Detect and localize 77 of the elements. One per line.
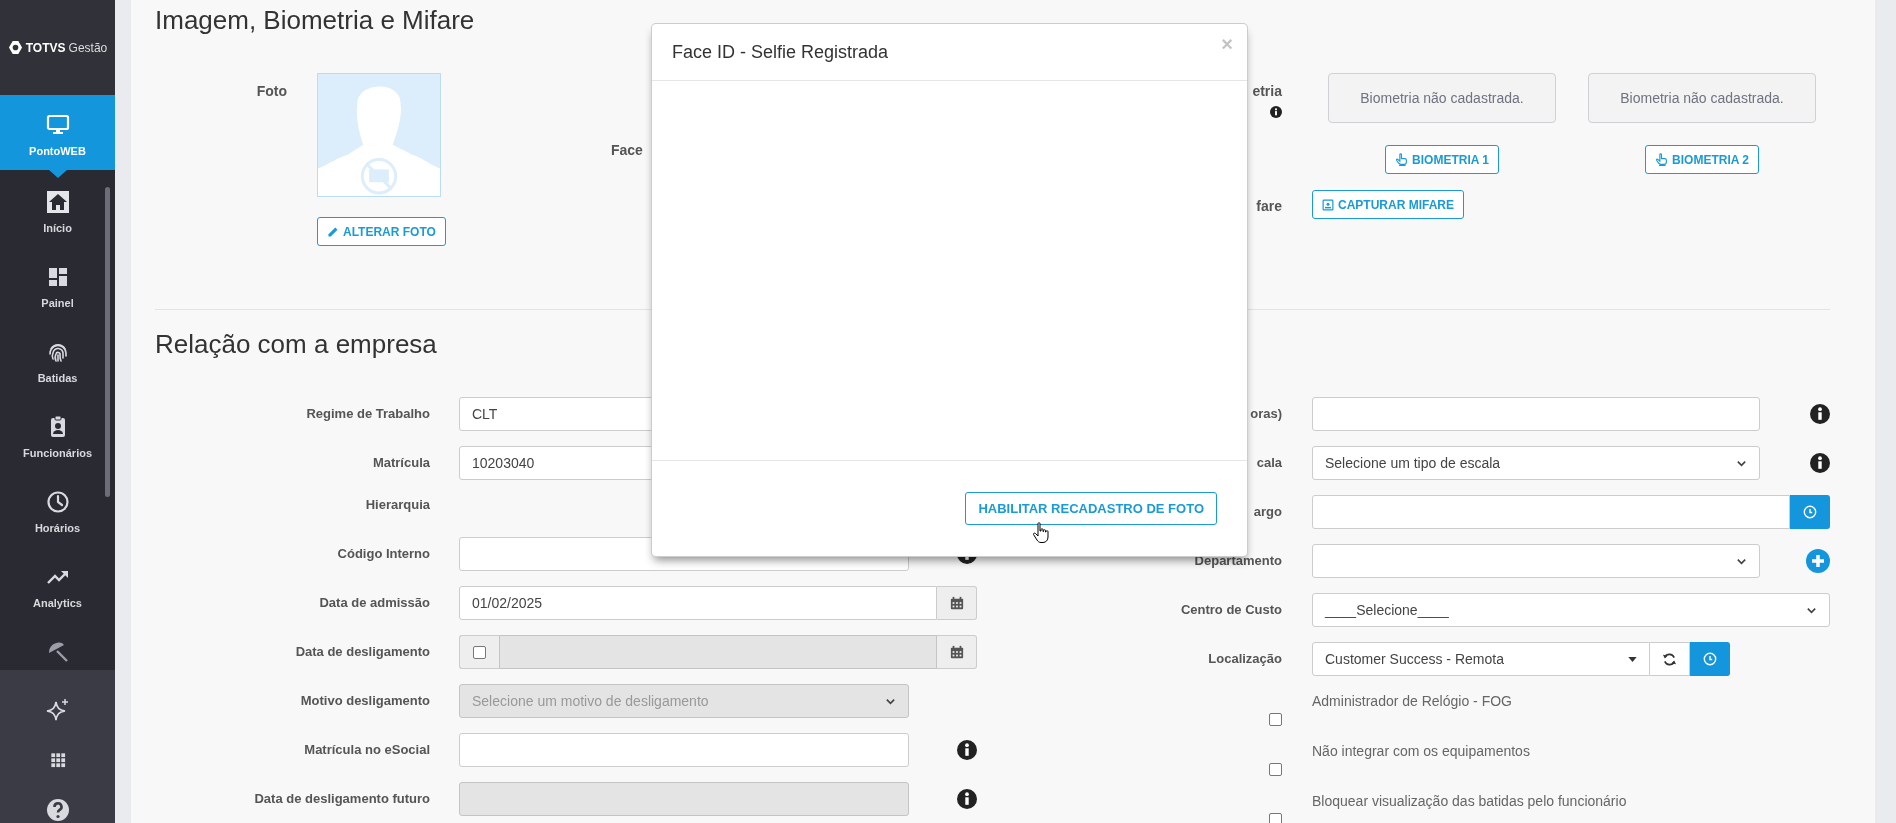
pencil-icon bbox=[327, 225, 339, 238]
field-label: Motivo desligamento bbox=[300, 692, 430, 711]
help-icon[interactable] bbox=[45, 798, 70, 822]
field-label: Localização bbox=[1208, 650, 1282, 669]
checkbox[interactable] bbox=[1269, 813, 1282, 823]
field-label: Centro de Custo bbox=[1180, 601, 1282, 620]
modal-title: Face ID - Selfie Registrada bbox=[672, 40, 889, 64]
info-icon[interactable] bbox=[1810, 453, 1830, 473]
caret-icon bbox=[1628, 656, 1637, 662]
brand-name: TOTVS bbox=[25, 39, 66, 57]
calendar-icon bbox=[949, 596, 964, 610]
field-label: Matrícula no eSocial bbox=[304, 741, 430, 760]
sparkle-icon[interactable] bbox=[45, 698, 70, 722]
pointing-hand-icon bbox=[1395, 153, 1409, 166]
clock-icon bbox=[1702, 652, 1717, 666]
sidebar-item[interactable]: Batidas bbox=[0, 320, 115, 395]
biometric-status: Biometria não cadastrada. bbox=[1588, 73, 1816, 123]
product-name: Gestão bbox=[68, 39, 108, 57]
calendar-button[interactable] bbox=[937, 635, 977, 669]
checkbox-label: Administrador de Relógio - FOG bbox=[1312, 692, 1513, 711]
field-label: Regime de Trabalho bbox=[306, 405, 430, 424]
field-label: Hierarquia bbox=[365, 496, 430, 514]
monitor-icon bbox=[45, 113, 70, 137]
select-field[interactable] bbox=[1312, 544, 1760, 578]
section-title: Relação com a empresa bbox=[155, 328, 438, 360]
checkbox-label: Bloquear visualização das batidas pelo funcionário bbox=[1312, 792, 1628, 811]
hand-cursor-icon bbox=[1032, 522, 1050, 544]
field-label: Data de admissão bbox=[319, 594, 430, 613]
home-icon bbox=[45, 190, 70, 214]
sidebar-item[interactable]: Analytics bbox=[0, 545, 115, 620]
clock-icon bbox=[45, 490, 70, 514]
select-field[interactable]: Selecione um tipo de escala bbox=[1312, 446, 1760, 480]
sidebar-item[interactable]: Horários bbox=[0, 470, 115, 545]
add-circle-icon[interactable] bbox=[1806, 549, 1830, 573]
id-card-icon bbox=[1322, 198, 1334, 211]
field-label: Matrícula bbox=[372, 454, 430, 473]
field-label: oras) bbox=[1250, 405, 1282, 424]
calendar-button[interactable] bbox=[937, 586, 977, 620]
refresh-button[interactable] bbox=[1650, 642, 1690, 676]
field-label: Departamento bbox=[1194, 552, 1282, 571]
text-field[interactable] bbox=[1312, 495, 1790, 529]
clock-icon bbox=[1802, 505, 1817, 519]
scrollbar[interactable] bbox=[105, 187, 110, 497]
checkbox[interactable] bbox=[1269, 763, 1282, 776]
selected-option: Selecione um motivo de desligamento bbox=[472, 690, 709, 712]
calendar-icon bbox=[949, 645, 964, 659]
field-label: Foto bbox=[255, 82, 287, 101]
selected-option: Customer Success - Remota bbox=[1325, 648, 1504, 670]
select-field[interactable]: ____Selecione____ bbox=[1312, 593, 1830, 627]
info-icon[interactable] bbox=[1810, 404, 1830, 424]
logo-icon bbox=[7, 40, 23, 55]
text-field[interactable] bbox=[459, 733, 909, 767]
field-label: etria bbox=[1252, 82, 1282, 101]
info-icon[interactable] bbox=[957, 740, 977, 760]
checkbox-label: Não integrar com os equipamentos bbox=[1312, 742, 1531, 761]
text-field[interactable] bbox=[1312, 397, 1760, 431]
field-label: Face bbox=[611, 141, 643, 160]
history-button[interactable] bbox=[1790, 495, 1830, 529]
dropdown-field[interactable]: Customer Success - Remota bbox=[1312, 642, 1650, 676]
section-title: Imagem, Biometria e Mifare bbox=[155, 4, 476, 36]
date-field[interactable]: 01/02/2025 bbox=[459, 586, 937, 620]
selected-option: Selecione um tipo de escala bbox=[1325, 452, 1501, 474]
field-label: fare bbox=[1255, 197, 1282, 216]
field-label: Código Interno bbox=[337, 545, 430, 564]
info-icon bbox=[1270, 106, 1282, 118]
refresh-icon bbox=[1662, 651, 1677, 667]
sidebar-item[interactable]: Funcionários bbox=[0, 395, 115, 470]
checkbox[interactable] bbox=[1269, 713, 1282, 726]
field-label: argo bbox=[1253, 503, 1282, 522]
biometric-status: Biometria não cadastrada. bbox=[1328, 73, 1556, 123]
sidebar-item[interactable]: Painel bbox=[0, 245, 115, 320]
selected-option: ____Selecione____ bbox=[1325, 599, 1449, 621]
sidebar-item[interactable]: Início bbox=[0, 170, 115, 245]
pointing-hand-icon bbox=[1655, 153, 1669, 166]
field-label: Data de desligamento futuro bbox=[254, 790, 430, 809]
field-label: Data de desligamento bbox=[295, 643, 430, 662]
field-label: cala bbox=[1256, 454, 1282, 473]
